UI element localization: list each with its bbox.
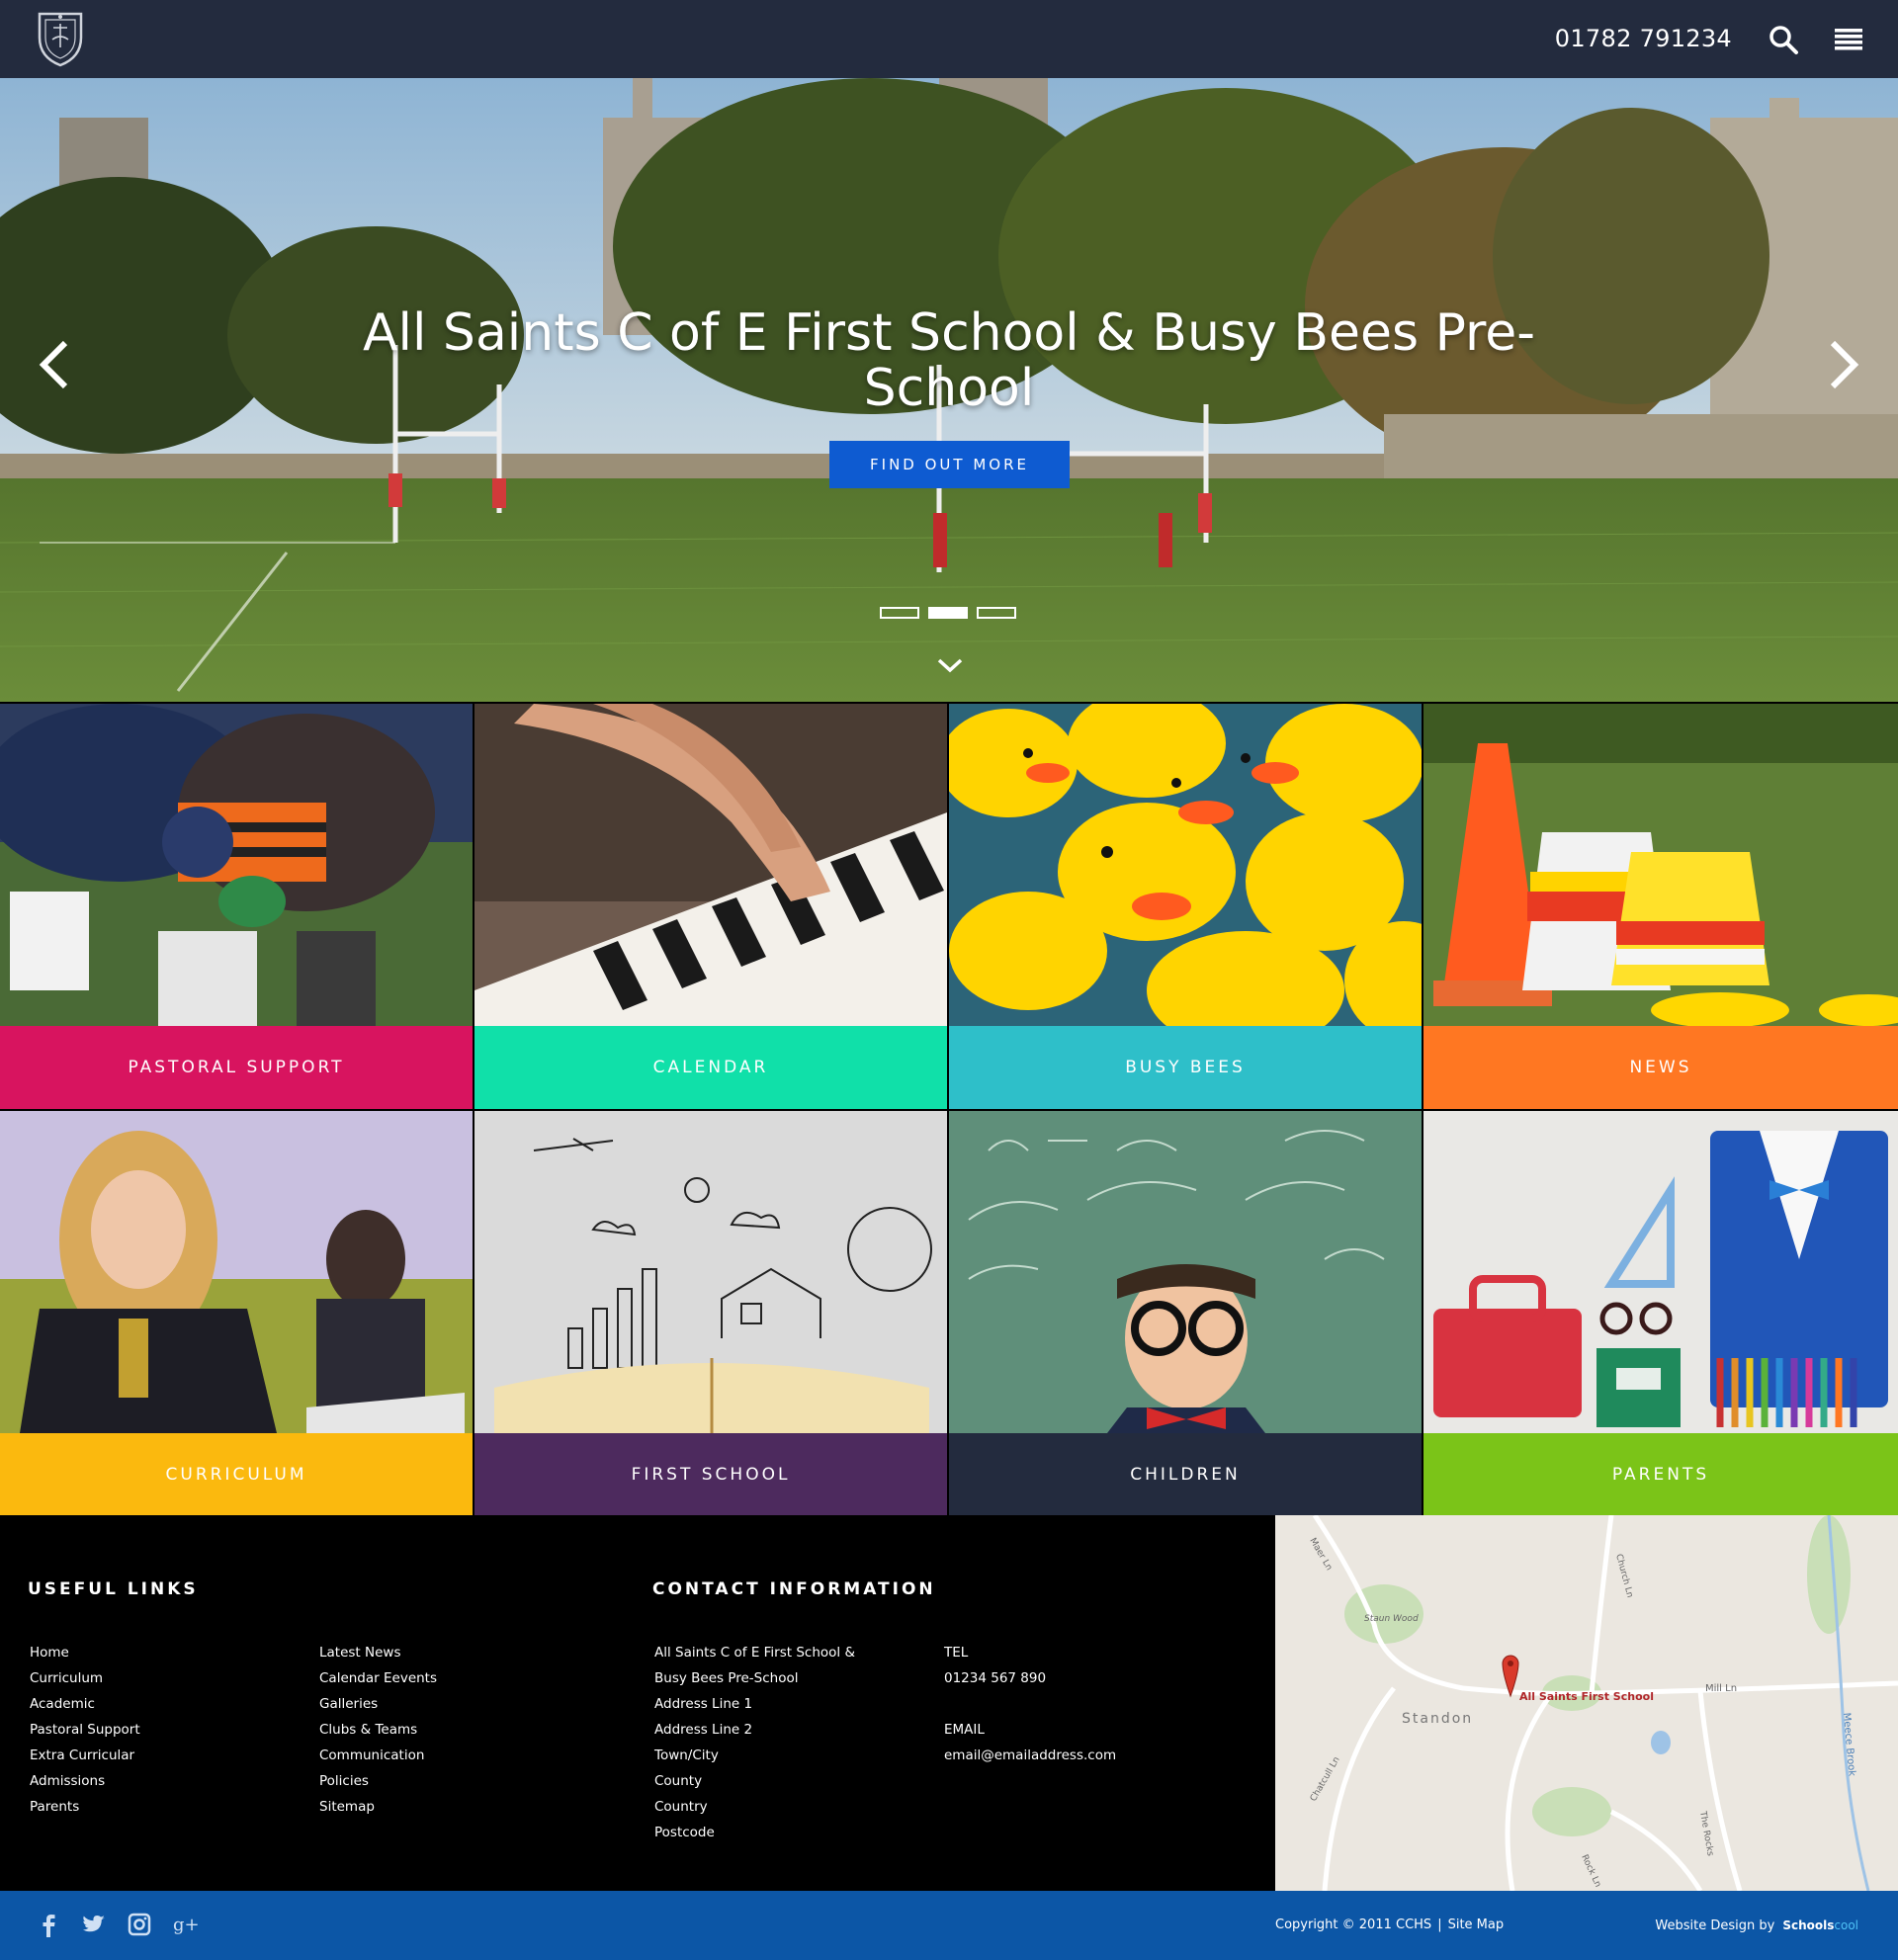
email-label: EMAIL xyxy=(944,1722,985,1738)
credit-text: Website Design by xyxy=(1655,1917,1775,1933)
footer-link-academic[interactable]: Academic xyxy=(30,1691,140,1717)
footer-link-latest-news[interactable]: Latest News xyxy=(319,1640,437,1665)
phone-number[interactable]: 01782 791234 xyxy=(1555,0,1732,78)
footer: USEFUL LINKS Home Curriculum Academic Pa… xyxy=(0,1515,1275,1891)
tile-label: BUSY BEES xyxy=(949,1026,1422,1109)
tile-pastoral-support[interactable]: PASTORAL SUPPORT xyxy=(0,704,473,1109)
feature-tiles-grid: PASTORAL SUPPORT CALENDAR BUSY BEES NEWS… xyxy=(0,704,1898,1516)
footer-link-pastoral-support[interactable]: Pastoral Support xyxy=(30,1717,140,1743)
tile-parents[interactable]: PARENTS xyxy=(1424,1111,1898,1516)
separator: | xyxy=(1437,1917,1442,1932)
copyright-text: Copyright © 2011 CCHS xyxy=(1275,1917,1432,1932)
tel-number[interactable]: 01234 567 890 xyxy=(944,1665,1116,1691)
map-label: Staun Wood xyxy=(1364,1614,1419,1624)
brand-accent: cool xyxy=(1834,1918,1858,1932)
useful-links-column-1: Home Curriculum Academic Pastoral Suppor… xyxy=(30,1640,140,1820)
tile-curriculum[interactable]: CURRICULUM xyxy=(0,1111,473,1516)
map-label: Mill Ln xyxy=(1705,1683,1737,1694)
chevron-left-icon[interactable] xyxy=(36,335,75,394)
chalkboard-boy-photo xyxy=(949,1111,1422,1433)
brand-main: Schools xyxy=(1782,1918,1835,1932)
slide-indicator-2[interactable] xyxy=(928,607,968,619)
tile-busy-bees[interactable]: BUSY BEES xyxy=(949,704,1422,1109)
rugby-scrum-photo xyxy=(0,704,473,1026)
slider-pagination xyxy=(880,607,1016,619)
tile-label: PASTORAL SUPPORT xyxy=(0,1026,473,1109)
rubber-ducks-photo xyxy=(949,704,1422,1026)
location-map[interactable]: Staun Wood Standon Mill Ln Maer Ln Churc… xyxy=(1275,1515,1898,1891)
hero-title: All Saints C of E First School & Busy Be… xyxy=(362,303,1536,418)
doodle-book-photo xyxy=(474,1111,947,1433)
address-line: Postcode xyxy=(654,1825,715,1840)
tile-label: CHILDREN xyxy=(949,1433,1422,1516)
chevron-right-icon[interactable] xyxy=(1823,335,1862,394)
google-plus-icon[interactable]: g+ xyxy=(172,1912,198,1937)
tile-news[interactable]: NEWS xyxy=(1424,704,1898,1109)
map-marker-label: All Saints First School xyxy=(1519,1690,1654,1703)
slide-indicator-3[interactable] xyxy=(977,607,1016,619)
footer-link-admissions[interactable]: Admissions xyxy=(30,1768,140,1794)
address-line: Busy Bees Pre-School xyxy=(654,1670,799,1686)
tile-label: PARENTS xyxy=(1424,1433,1898,1516)
tile-children[interactable]: CHILDREN xyxy=(949,1111,1422,1516)
footer-link-curriculum[interactable]: Curriculum xyxy=(30,1665,140,1691)
chevron-down-icon[interactable] xyxy=(936,655,964,675)
footer-link-galleries[interactable]: Galleries xyxy=(319,1691,437,1717)
tile-label: CALENDAR xyxy=(474,1026,947,1109)
tile-label: CURRICULUM xyxy=(0,1433,473,1516)
footer-link-policies[interactable]: Policies xyxy=(319,1768,437,1794)
social-links: g+ xyxy=(36,1912,198,1937)
hero-slider: All Saints C of E First School & Busy Be… xyxy=(0,78,1898,702)
tile-calendar[interactable]: CALENDAR xyxy=(474,704,947,1109)
sports-cones-photo xyxy=(1424,704,1898,1026)
footer-link-parents[interactable]: Parents xyxy=(30,1794,140,1820)
design-credit: Website Design by Schoolscool xyxy=(1655,1891,1858,1960)
address-line: Address Line 2 xyxy=(654,1722,753,1738)
useful-links-heading: USEFUL LINKS xyxy=(28,1579,199,1599)
school-uniform-flatlay-photo xyxy=(1424,1111,1898,1433)
school-crest-logo[interactable] xyxy=(34,8,87,67)
piano-hands-photo xyxy=(474,704,947,1026)
address-line: County xyxy=(654,1773,703,1789)
hamburger-menu-icon[interactable] xyxy=(1833,24,1864,55)
student-reading-photo xyxy=(0,1111,473,1433)
contact-tel-email: TEL 01234 567 890 EMAIL email@emailaddre… xyxy=(944,1640,1116,1768)
tile-label: FIRST SCHOOL xyxy=(474,1433,947,1516)
contact-information-heading: CONTACT INFORMATION xyxy=(652,1579,936,1599)
map-label: Standon xyxy=(1402,1711,1473,1727)
search-icon[interactable] xyxy=(1768,24,1799,55)
facebook-icon[interactable] xyxy=(36,1912,61,1937)
address-line: Town/City xyxy=(654,1747,719,1763)
address-line: Country xyxy=(654,1799,708,1815)
copyright-block: Copyright © 2011 CCHS | Site Map xyxy=(1275,1891,1504,1960)
tel-label: TEL xyxy=(944,1645,969,1661)
tile-label: NEWS xyxy=(1424,1026,1898,1109)
slide-indicator-1[interactable] xyxy=(880,607,919,619)
footer-link-home[interactable]: Home xyxy=(30,1640,140,1665)
email-address[interactable]: email@emailaddress.com xyxy=(944,1743,1116,1768)
footer-link-clubs-teams[interactable]: Clubs & Teams xyxy=(319,1717,437,1743)
schoolscool-logo[interactable]: Schoolscool xyxy=(1782,1918,1858,1932)
contact-address: All Saints C of E First School & Busy Be… xyxy=(654,1640,855,1845)
footer-link-sitemap[interactable]: Sitemap xyxy=(319,1794,437,1820)
site-map-link[interactable]: Site Map xyxy=(1448,1917,1505,1932)
footer-link-communication[interactable]: Communication xyxy=(319,1743,437,1768)
useful-links-column-2: Latest News Calendar Eevents Galleries C… xyxy=(319,1640,437,1820)
address-line: All Saints C of E First School & xyxy=(654,1645,855,1661)
find-out-more-button[interactable]: FIND OUT MORE xyxy=(829,441,1070,488)
footer-link-calendar-events[interactable]: Calendar Eevents xyxy=(319,1665,437,1691)
instagram-icon[interactable] xyxy=(127,1912,152,1937)
tile-first-school[interactable]: FIRST SCHOOL xyxy=(474,1111,947,1516)
map-graphic: Staun Wood Standon Mill Ln Maer Ln Churc… xyxy=(1275,1515,1898,1891)
top-navigation-bar: 01782 791234 xyxy=(0,0,1898,78)
svg-text:g+: g+ xyxy=(173,1915,198,1935)
bottom-bar: g+ Copyright © 2011 CCHS | Site Map Websit… xyxy=(0,1891,1898,1960)
twitter-icon[interactable] xyxy=(81,1912,107,1937)
address-line: Address Line 1 xyxy=(654,1696,753,1712)
footer-link-extra-curricular[interactable]: Extra Curricular xyxy=(30,1743,140,1768)
